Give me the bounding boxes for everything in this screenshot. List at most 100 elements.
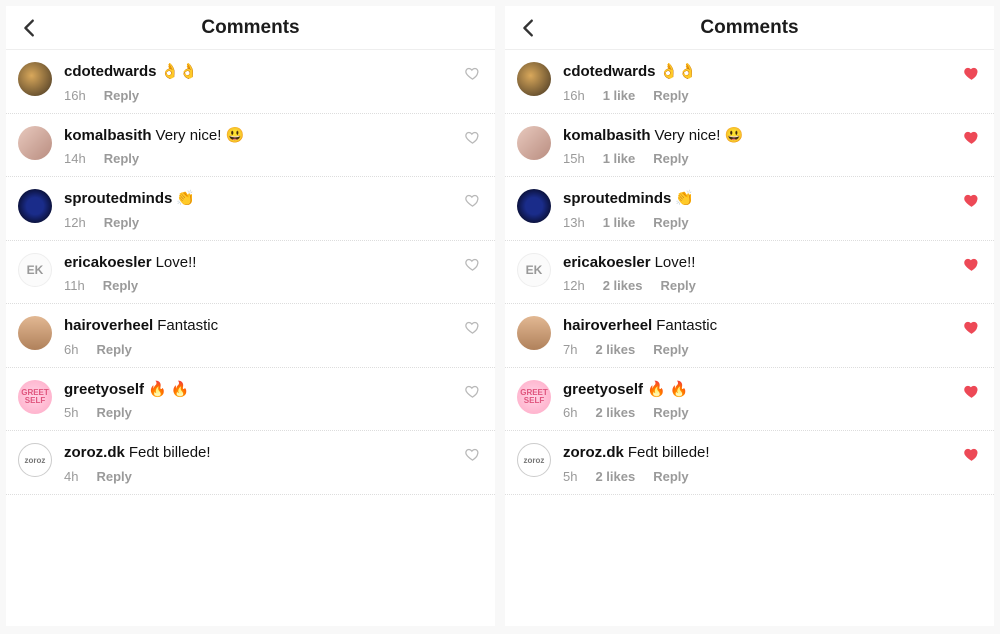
comment-text: Fedt billede! — [628, 444, 710, 461]
timestamp: 13h — [563, 215, 585, 230]
username[interactable]: zoroz.dk — [64, 444, 125, 461]
like-button[interactable] — [960, 384, 982, 399]
reply-button[interactable]: Reply — [653, 405, 688, 420]
reply-button[interactable]: Reply — [660, 278, 695, 293]
comment-meta: 5hReply — [64, 405, 449, 420]
username[interactable]: ericakoesler — [563, 254, 651, 271]
avatar-label: GREET SELF — [21, 389, 49, 405]
comment-body: komalbasithVery nice! 😃15h1 likeReply — [563, 126, 948, 167]
like-button[interactable] — [461, 447, 483, 462]
username[interactable]: zoroz.dk — [563, 444, 624, 461]
like-button[interactable] — [461, 384, 483, 399]
comment-text: Love!! — [156, 254, 197, 271]
comment-meta: 12hReply — [64, 215, 449, 230]
comment-text: Very nice! 😃 — [156, 127, 245, 144]
panel-left: Comments cdotedwards👌👌16hReplykomalbasit… — [6, 6, 495, 626]
like-button[interactable] — [461, 193, 483, 208]
avatar[interactable] — [517, 62, 551, 96]
chevron-left-icon — [518, 17, 540, 39]
back-button[interactable] — [515, 14, 543, 42]
like-count[interactable]: 2 likes — [595, 469, 635, 484]
reply-button[interactable]: Reply — [104, 151, 139, 166]
comment-body: cdotedwards👌👌16h1 likeReply — [563, 62, 948, 103]
like-count[interactable]: 2 likes — [595, 405, 635, 420]
chevron-left-icon — [19, 17, 41, 39]
reply-button[interactable]: Reply — [96, 342, 131, 357]
avatar[interactable]: zoroz — [18, 443, 52, 477]
like-button[interactable] — [960, 193, 982, 208]
username[interactable]: hairoverheel — [563, 317, 652, 334]
comment-text: 👏 — [176, 190, 195, 207]
reply-button[interactable]: Reply — [96, 405, 131, 420]
username[interactable]: ericakoesler — [64, 254, 152, 271]
comment-list: cdotedwards👌👌16hReplykomalbasithVery nic… — [6, 50, 495, 495]
avatar[interactable] — [18, 189, 52, 223]
reply-button[interactable]: Reply — [653, 215, 688, 230]
username[interactable]: cdotedwards — [64, 63, 157, 80]
reply-button[interactable]: Reply — [653, 151, 688, 166]
avatar[interactable]: EK — [18, 253, 52, 287]
back-button[interactable] — [16, 14, 44, 42]
like-count[interactable]: 2 likes — [595, 342, 635, 357]
screenshot-container: Comments cdotedwards👌👌16hReplykomalbasit… — [6, 6, 994, 626]
comment-body: cdotedwards👌👌16hReply — [64, 62, 449, 103]
reply-button[interactable]: Reply — [653, 88, 688, 103]
username[interactable]: sproutedminds — [563, 190, 671, 207]
like-button[interactable] — [960, 320, 982, 335]
comment-row: zorozzoroz.dkFedt billede!5h2 likesReply — [505, 431, 994, 495]
reply-button[interactable]: Reply — [103, 278, 138, 293]
username[interactable]: cdotedwards — [563, 63, 656, 80]
avatar[interactable]: GREET SELF — [18, 380, 52, 414]
like-button[interactable] — [461, 130, 483, 145]
comment-text-line: zoroz.dkFedt billede! — [563, 443, 948, 463]
avatar[interactable] — [18, 316, 52, 350]
avatar-label: EK — [526, 263, 543, 277]
comment-meta: 13h 1 like Reply — [563, 215, 948, 230]
comment-text: Fantastic — [656, 317, 717, 334]
comment-row: EK ericakoeslerLove!! 11hReply — [6, 241, 495, 305]
timestamp: 14h — [64, 151, 86, 166]
comment-text-line: greetyoself🔥 🔥 — [563, 380, 948, 400]
like-count[interactable]: 2 likes — [603, 278, 643, 293]
username[interactable]: sproutedminds — [64, 190, 172, 207]
like-button[interactable] — [461, 320, 483, 335]
comment-text-line: zoroz.dkFedt billede! — [64, 443, 449, 463]
avatar[interactable]: EK — [517, 253, 551, 287]
username[interactable]: hairoverheel — [64, 317, 153, 334]
comment-row: hairoverheelFantastic7h2 likesReply — [505, 304, 994, 368]
comment-text-line: ericakoeslerLove!! — [563, 253, 948, 273]
like-button[interactable] — [960, 257, 982, 272]
comment-text: Fedt billede! — [129, 444, 211, 461]
like-button[interactable] — [461, 66, 483, 81]
timestamp: 16h — [64, 88, 86, 103]
like-button[interactable] — [960, 447, 982, 462]
reply-button[interactable]: Reply — [104, 88, 139, 103]
like-count[interactable]: 1 like — [603, 88, 636, 103]
username[interactable]: greetyoself — [64, 381, 144, 398]
avatar[interactable] — [517, 189, 551, 223]
username[interactable]: komalbasith — [64, 127, 152, 144]
like-button[interactable] — [960, 66, 982, 81]
reply-button[interactable]: Reply — [96, 469, 131, 484]
comment-row: komalbasithVery nice! 😃15h1 likeReply — [505, 114, 994, 178]
comment-text-line: komalbasithVery nice! 😃 — [64, 126, 449, 146]
like-button[interactable] — [960, 130, 982, 145]
avatar[interactable] — [18, 62, 52, 96]
reply-button[interactable]: Reply — [104, 215, 139, 230]
comment-meta: 11hReply — [64, 278, 449, 293]
username[interactable]: greetyoself — [563, 381, 643, 398]
reply-button[interactable]: Reply — [653, 342, 688, 357]
avatar[interactable] — [517, 126, 551, 160]
timestamp: 4h — [64, 469, 78, 484]
avatar[interactable] — [18, 126, 52, 160]
like-count[interactable]: 1 like — [603, 215, 636, 230]
username[interactable]: komalbasith — [563, 127, 651, 144]
avatar[interactable]: GREET SELF — [517, 380, 551, 414]
avatar[interactable]: zoroz — [517, 443, 551, 477]
comment-body: greetyoself🔥 🔥5hReply — [64, 380, 449, 421]
avatar[interactable] — [517, 316, 551, 350]
like-button[interactable] — [461, 257, 483, 272]
like-count[interactable]: 1 like — [603, 151, 636, 166]
reply-button[interactable]: Reply — [653, 469, 688, 484]
heart-icon — [465, 447, 480, 462]
